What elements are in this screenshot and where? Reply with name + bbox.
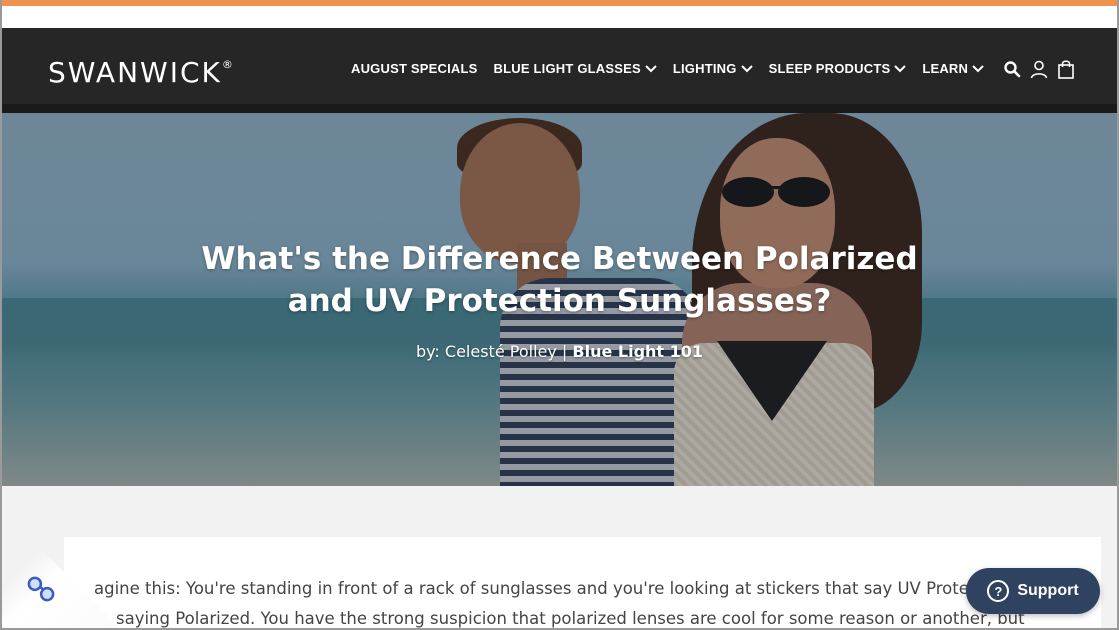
support-label: Support — [1017, 582, 1079, 599]
byline-author: by: Celesté Polley | — [415, 342, 573, 361]
chevron-down-icon — [645, 64, 657, 72]
account-icon[interactable] — [1029, 59, 1049, 79]
chevron-down-icon — [740, 64, 753, 72]
page-title: What's the Difference Between Polarized … — [160, 238, 960, 322]
nav-item-lighting[interactable]: LIGHTING — [673, 61, 753, 76]
page-title-line-2: and UV Protection Sunglasses? — [287, 283, 832, 319]
brand-name: SWANWICK — [48, 56, 222, 89]
help-icon: ? — [987, 580, 1010, 602]
registered-mark: ® — [221, 58, 233, 71]
support-button[interactable]: ? Support — [966, 568, 1100, 614]
article-body: agine this: You're standing in front of … — [94, 574, 1054, 628]
page-title-line-1: What's the Difference Between Polarized — [201, 241, 918, 277]
site-header: SWANWICK® AUGUST SPECIALS BLUE LIGHT GLA… — [2, 28, 1117, 114]
browser-viewport: SWANWICK® AUGUST SPECIALS BLUE LIGHT GLA… — [0, 0, 1119, 630]
nav-item-learn[interactable]: LEARN — [922, 61, 984, 76]
chevron-down-icon — [972, 64, 984, 72]
article-byline: by: Celesté Polley | Blue Light 101 — [2, 342, 1117, 361]
nav-label: AUGUST SPECIALS — [351, 61, 478, 76]
search-icon[interactable] — [1003, 60, 1021, 78]
header-icons — [1003, 59, 1075, 79]
cart-icon[interactable] — [1057, 59, 1075, 79]
nav-item-blue-light-glasses[interactable]: BLUE LIGHT GLASSES — [494, 61, 657, 76]
nav-label: BLUE LIGHT GLASSES — [493, 61, 641, 76]
glasses-icon[interactable] — [24, 572, 58, 606]
byline-category-link[interactable]: Blue Light 101 — [572, 342, 703, 361]
swanwick-logo[interactable]: SWANWICK® — [48, 56, 233, 89]
announcement-strip — [2, 6, 1117, 28]
nav-item-august-specials[interactable]: AUGUST SPECIALS — [351, 61, 478, 76]
nav-label: SLEEP PRODUCTS — [768, 61, 891, 76]
article-paragraph-line-1: agine this: You're standing in front of … — [94, 579, 969, 598]
hero-banner: What's the Difference Between Polarized … — [2, 113, 1117, 486]
main-nav: AUGUST SPECIALS BLUE LIGHT GLASSES LIGHT… — [351, 61, 984, 76]
nav-item-sleep-products[interactable]: SLEEP PRODUCTS — [769, 61, 907, 76]
nav-label: LEARN — [922, 61, 969, 76]
hero-text: What's the Difference Between Polarized … — [2, 238, 1117, 361]
article-paragraph-line-2: saying Polarized. You have the strong su… — [116, 609, 1025, 628]
nav-label: LIGHTING — [672, 61, 737, 76]
chevron-down-icon — [894, 64, 907, 72]
